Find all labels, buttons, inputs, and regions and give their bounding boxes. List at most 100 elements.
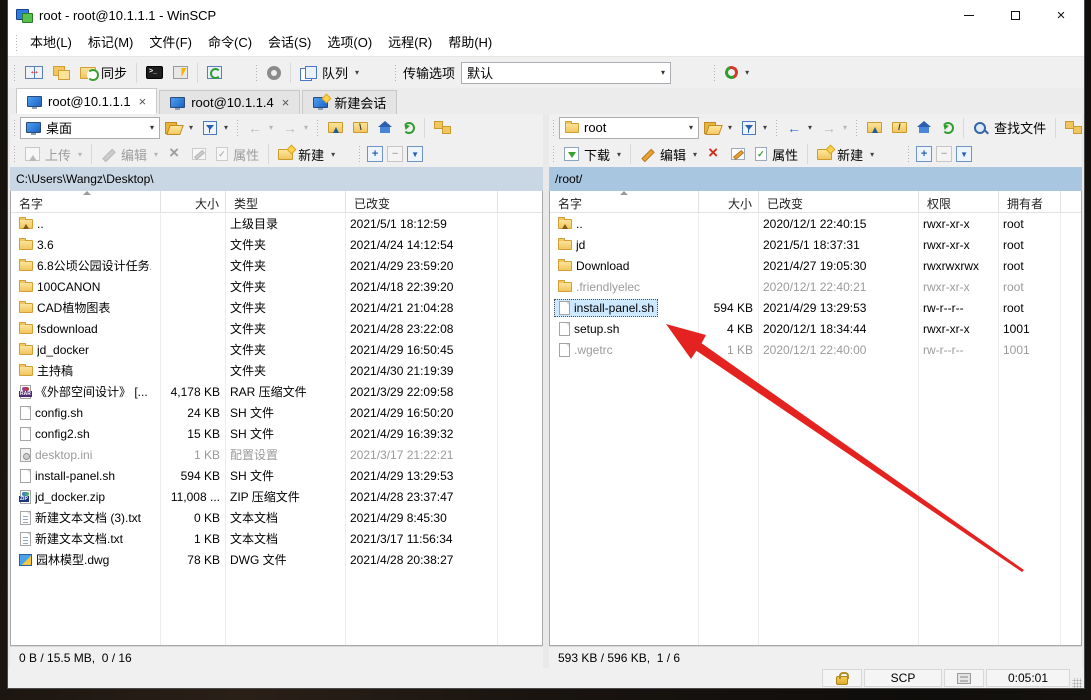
session-tab-0[interactable]: root@10.1.1.1× [16, 88, 157, 114]
remote-file-row-5[interactable]: setup.sh4 KB2020/12/1 18:34:44rwxr-xr-x1… [550, 318, 1081, 339]
file-name[interactable]: jd [554, 236, 589, 254]
local-file-row-13[interactable]: jd_docker.zip11,008 ...ZIP 压缩文件2021/4/28… [11, 486, 542, 507]
file-name[interactable]: .wgetrc [554, 341, 617, 359]
file-name[interactable]: .. [554, 215, 587, 233]
remote-refresh-button[interactable] [937, 115, 959, 141]
local-file-row-11[interactable]: desktop.ini1 KB配置设置2021/3/17 21:22:21 [11, 444, 542, 465]
encryption-cell[interactable] [822, 669, 862, 687]
menu-item-4[interactable]: 会话(S) [260, 30, 319, 56]
local-column-header-name[interactable]: 名字 [11, 191, 161, 212]
local-file-row-14[interactable]: 新建文本文档 (3).txt0 KB文本文档2021/4/29 8:45:30 [11, 507, 542, 528]
remote-filter-button[interactable]: ▾ [737, 115, 772, 141]
file-name[interactable]: 新建文本文档.txt [15, 528, 127, 549]
remote-file-row-0[interactable]: ..2020/12/1 22:40:15rwxr-xr-xroot [550, 213, 1081, 234]
remote-file-row-6[interactable]: .wgetrc1 KB2020/12/1 22:40:00rw-r--r--10… [550, 339, 1081, 360]
local-file-row-10[interactable]: config2.sh15 KBSH 文件2021/4/29 16:39:32 [11, 423, 542, 444]
remote-column-header-perm[interactable]: 权限 [919, 191, 999, 212]
remote-properties-button[interactable]: 属性 [750, 141, 803, 167]
toolbar-grip[interactable] [255, 65, 259, 81]
file-name[interactable]: config2.sh [15, 425, 94, 443]
queue-button[interactable]: 队列 ▾ [295, 60, 364, 86]
remote-path-bar[interactable]: /root/ [549, 167, 1082, 191]
file-name[interactable]: jd_docker.zip [15, 488, 109, 506]
local-file-row-9[interactable]: config.sh24 KBSH 文件2021/4/29 16:50:20 [11, 402, 542, 423]
local-path-bar[interactable]: C:\Users\Wangz\Desktop\ [10, 167, 543, 191]
remote-select-button[interactable]: + [916, 146, 932, 162]
local-file-row-0[interactable]: ..上级目录2021/5/1 18:12:59 [11, 213, 542, 234]
menu-item-0[interactable]: 本地(L) [22, 30, 80, 56]
remote-rename-button[interactable] [726, 141, 750, 167]
find-files-button[interactable]: 查找文件 [968, 115, 1051, 141]
synchronize-button[interactable]: 同步 [75, 60, 132, 86]
open-console-button[interactable] [141, 60, 168, 86]
transfer-settings-combo[interactable]: 默认 ▾ [461, 62, 671, 84]
file-name[interactable]: 园林模型.dwg [15, 549, 113, 570]
remote-column-header-size[interactable]: 大小 [699, 191, 759, 212]
local-open-directory-button[interactable]: ▾ [160, 115, 198, 141]
remote-column-header-name[interactable]: 名字 [550, 191, 699, 212]
file-name[interactable]: 《外部空间设计》 [... [15, 381, 152, 402]
file-name[interactable]: setup.sh [554, 320, 623, 338]
file-name[interactable]: .. [15, 215, 48, 233]
local-refresh-button[interactable] [398, 115, 420, 141]
local-file-row-4[interactable]: CAD植物图表文件夹2021/4/21 21:04:28 [11, 297, 542, 318]
file-name[interactable]: 新建文本文档 (3).txt [15, 507, 145, 528]
preferences-button[interactable] [262, 60, 286, 86]
local-file-row-7[interactable]: 主持稿文件夹2021/4/30 21:19:39 [11, 360, 542, 381]
file-name[interactable]: jd_docker [15, 341, 93, 359]
file-name[interactable]: CAD植物图表 [15, 297, 114, 318]
menu-item-6[interactable]: 远程(R) [380, 30, 440, 56]
close-button[interactable]: × [1038, 0, 1084, 30]
file-name[interactable]: desktop.ini [15, 446, 96, 464]
remote-file-row-2[interactable]: Download2021/4/27 19:05:30rwxrwxrwxroot [550, 255, 1081, 276]
selected-file-name[interactable]: install-panel.sh [554, 299, 658, 317]
local-parent-directory-button[interactable] [323, 115, 348, 141]
toolbar-grip[interactable] [15, 35, 19, 51]
remote-edit-button[interactable]: 编辑 ▾ [635, 141, 702, 167]
remote-column-header-changed[interactable]: 已改变 [759, 191, 919, 212]
remote-new-button[interactable]: 新建 ▾ [812, 141, 879, 167]
local-file-row-16[interactable]: 园林模型.dwg78 KBDWG 文件2021/4/28 20:38:27 [11, 549, 542, 570]
menu-item-7[interactable]: 帮助(H) [440, 30, 500, 56]
file-name[interactable]: 主持稿 [15, 360, 77, 381]
local-home-button[interactable] [373, 115, 398, 141]
menu-item-5[interactable]: 选项(O) [319, 30, 380, 56]
local-file-row-15[interactable]: 新建文本文档.txt1 KB文本文档2021/3/17 11:56:34 [11, 528, 542, 549]
local-selection-filter-button[interactable]: ▼ [407, 146, 423, 162]
local-file-row-3[interactable]: 100CANON文件夹2021/4/18 22:39:20 [11, 276, 542, 297]
remote-column-header-owner[interactable]: 拥有者 [999, 191, 1061, 212]
toolbar-grip[interactable] [552, 146, 556, 162]
local-file-row-8[interactable]: 《外部空间设计》 [...4,178 KBRAR 压缩文件2021/3/29 2… [11, 381, 542, 402]
open-putty-button[interactable] [168, 60, 193, 86]
toolbar-grip[interactable] [775, 120, 779, 136]
remote-tree-button[interactable] [1060, 115, 1086, 141]
remote-root-directory-button[interactable] [887, 115, 912, 141]
local-new-button[interactable]: 新建 ▾ [273, 141, 340, 167]
tab-close-icon[interactable]: × [139, 94, 147, 109]
file-name[interactable]: .friendlyelec [554, 278, 644, 296]
local-file-row-12[interactable]: install-panel.sh594 KBSH 文件2021/4/29 13:… [11, 465, 542, 486]
file-name[interactable]: fsdownload [15, 320, 102, 338]
local-file-row-6[interactable]: jd_docker文件夹2021/4/29 16:50:45 [11, 339, 542, 360]
remote-back-button[interactable]: ←▾ [782, 115, 817, 141]
local-root-directory-button[interactable] [348, 115, 373, 141]
remote-delete-button[interactable] [702, 141, 726, 167]
remote-open-directory-button[interactable]: ▾ [699, 115, 737, 141]
sync-browsing-button[interactable] [48, 60, 75, 86]
tab-close-icon[interactable]: × [282, 95, 290, 110]
local-file-row-5[interactable]: fsdownload文件夹2021/4/28 23:22:08 [11, 318, 542, 339]
file-name[interactable]: config.sh [15, 404, 87, 422]
toolbar-grip[interactable] [236, 120, 240, 136]
remote-home-button[interactable] [912, 115, 937, 141]
toolbar-grip[interactable] [907, 146, 911, 162]
local-column-header-size[interactable]: 大小 [161, 191, 226, 212]
session-tab-1[interactable]: root@10.1.1.4× [159, 90, 300, 114]
menu-item-1[interactable]: 标记(M) [80, 30, 142, 56]
resize-grip[interactable] [1072, 678, 1082, 688]
swap-panels-button[interactable] [20, 60, 48, 86]
remote-file-row-3[interactable]: .friendlyelec2020/12/1 22:40:21rwxr-xr-x… [550, 276, 1081, 297]
maximize-button[interactable] [992, 0, 1038, 30]
toolbar-grip[interactable] [855, 120, 859, 136]
toolbar-grip[interactable] [394, 65, 398, 81]
local-file-row-1[interactable]: 3.6文件夹2021/4/24 14:12:54 [11, 234, 542, 255]
